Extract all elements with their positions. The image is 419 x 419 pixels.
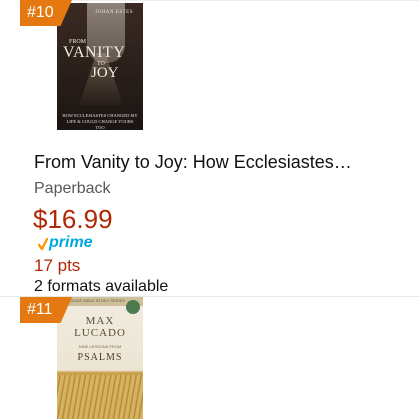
cover-publisher-logo (126, 300, 140, 314)
cover-author-first: MAX (85, 315, 115, 327)
cover-author: MAX LUCADO (57, 315, 143, 339)
cover-subtitle: HOW ECCLESIASTES CHANGED MY LIFE & COULD… (62, 113, 138, 130)
prime-label: prime (49, 234, 93, 251)
prime-check-icon (38, 238, 48, 251)
reward-points: 17 pts (34, 256, 81, 275)
product-image[interactable]: LIFEGUIDE BIBLE STUDY SERIES MAX LUCADO … (57, 297, 143, 419)
cover-book-title: PSALMS (77, 352, 123, 363)
cover-author-last: LUCADO (74, 327, 126, 339)
cover-author: JOHAN ESTES (95, 10, 133, 15)
product-image[interactable]: JOHAN ESTES FROM VANITY TO JOY HOW ECCLE… (57, 3, 143, 130)
cover-art-wheat (57, 375, 143, 419)
product-card[interactable]: #10 JOHAN ESTES FROM VANITY TO JOY HOW E… (0, 0, 419, 296)
product-price: $16.99 (33, 204, 113, 234)
cover-lessons: NINE LESSONS FROM (78, 344, 122, 349)
cover-title-vanity: VANITY (63, 44, 126, 61)
product-format: Paperback (34, 180, 111, 197)
product-card[interactable]: #11 LIFEGUIDE BIBLE STUDY SERIES MAX LUC… (0, 297, 419, 419)
product-title-link[interactable]: From Vanity to Joy: How Ecclesiastes… (34, 152, 352, 173)
cover-title-joy: JOY (91, 65, 119, 81)
formats-available-link[interactable]: 2 formats available (34, 278, 168, 296)
prime-badge: prime (38, 234, 98, 254)
